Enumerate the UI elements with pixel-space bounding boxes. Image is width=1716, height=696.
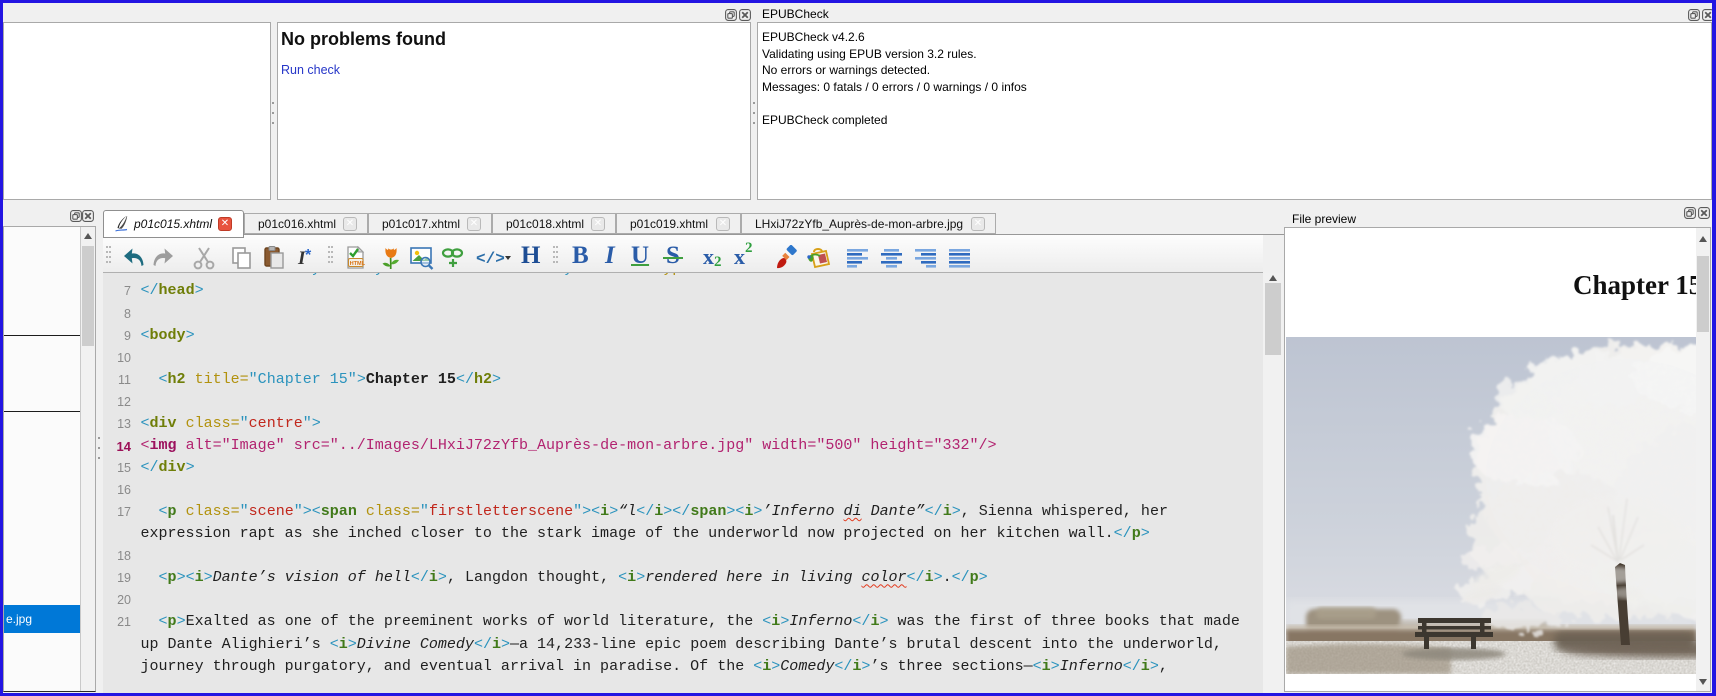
svg-text:*: *: [305, 247, 312, 264]
svg-text:</>: </>: [476, 250, 505, 268]
svg-text:HTML: HTML: [350, 261, 366, 267]
